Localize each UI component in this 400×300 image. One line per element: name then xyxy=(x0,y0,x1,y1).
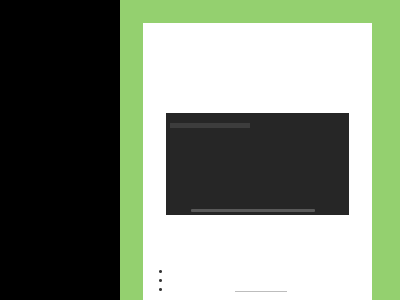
seek-bar[interactable] xyxy=(191,209,315,212)
left-black-panel xyxy=(0,0,120,300)
video-player[interactable] xyxy=(166,113,349,215)
bullet-icon xyxy=(159,270,162,273)
divider xyxy=(235,291,287,292)
video-controls xyxy=(166,206,349,215)
bullet-icon xyxy=(159,288,162,291)
content-page xyxy=(143,23,372,300)
bullet-icon xyxy=(159,279,162,282)
video-title-bar xyxy=(170,123,250,128)
